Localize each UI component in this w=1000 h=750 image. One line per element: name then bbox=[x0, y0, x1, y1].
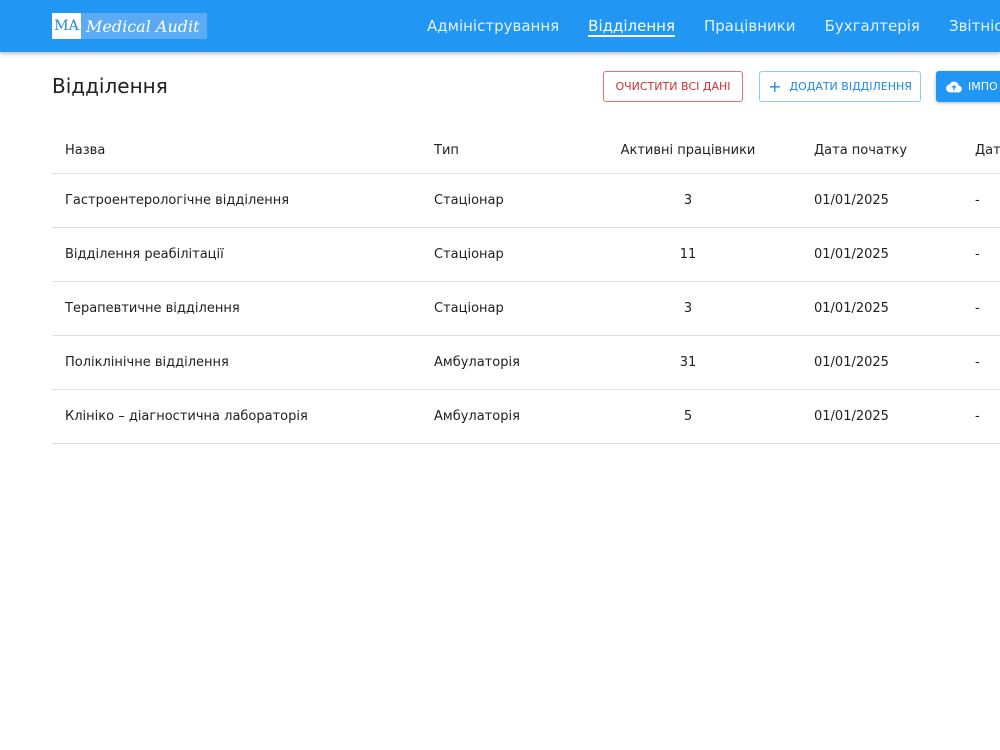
cell-name: Відділення реабілітації bbox=[65, 247, 224, 262]
cell-active-employees: 31 bbox=[679, 355, 697, 370]
column-header-active-employees[interactable]: Активні працівники bbox=[612, 128, 764, 173]
nav-item-employees[interactable]: Працівники bbox=[704, 0, 796, 52]
clear-all-data-label: ОЧИСТИТИ ВСІ ДАНІ bbox=[615, 80, 731, 93]
cell-type: Стаціонар bbox=[434, 193, 504, 208]
nav-item-departments[interactable]: Відділення bbox=[588, 0, 675, 52]
cell-name: Поліклінічне відділення bbox=[65, 355, 229, 370]
table-row[interactable]: Гастроентерологічне відділення Стаціонар… bbox=[52, 174, 1000, 228]
table-row[interactable]: Поліклінічне відділення Амбулаторія 31 0… bbox=[52, 336, 1000, 390]
cell-name: Гастроентерологічне відділення bbox=[65, 193, 290, 208]
table-row[interactable]: Клініко – діагностична лабораторія Амбул… bbox=[52, 390, 1000, 444]
app-logo[interactable]: MA Medical Audit bbox=[52, 13, 207, 39]
clear-all-data-button[interactable]: ОЧИСТИТИ ВСІ ДАНІ bbox=[603, 71, 743, 102]
cell-start-date: 01/01/2025 bbox=[814, 409, 889, 424]
add-department-button[interactable]: + ДОДАТИ ВІДДІЛЕННЯ bbox=[759, 71, 921, 102]
cloud-upload-icon bbox=[946, 81, 962, 92]
main-nav: Адміністрування Відділення Працівники Бу… bbox=[427, 0, 1000, 52]
cell-type: Стаціонар bbox=[434, 301, 504, 316]
cell-type: Стаціонар bbox=[434, 247, 504, 262]
page-title: Відділення bbox=[52, 74, 168, 98]
column-header-type[interactable]: Тип bbox=[434, 128, 459, 173]
import-button[interactable]: ІМПО bbox=[936, 71, 1000, 102]
cell-end-date: - bbox=[975, 409, 980, 424]
cell-name: Терапевтичне відділення bbox=[65, 301, 240, 316]
cell-end-date: - bbox=[975, 247, 980, 262]
table-row[interactable]: Відділення реабілітації Стаціонар 11 01/… bbox=[52, 228, 1000, 282]
column-header-start-date[interactable]: Дата початку bbox=[814, 128, 907, 173]
cell-start-date: 01/01/2025 bbox=[814, 355, 889, 370]
plus-icon: + bbox=[768, 76, 782, 96]
cell-type: Амбулаторія bbox=[434, 355, 520, 370]
nav-item-accounting[interactable]: Бухгалтерія bbox=[825, 0, 920, 52]
cell-active-employees: 3 bbox=[683, 193, 693, 208]
column-header-end-date[interactable]: Дата bbox=[975, 128, 1000, 173]
cell-end-date: - bbox=[975, 301, 980, 316]
cell-active-employees: 5 bbox=[683, 409, 693, 424]
cell-end-date: - bbox=[975, 355, 980, 370]
cell-start-date: 01/01/2025 bbox=[814, 301, 889, 316]
table-header-row: Назва Тип Активні працівники Дата початк… bbox=[52, 128, 1000, 174]
cell-active-employees: 11 bbox=[679, 247, 697, 262]
table-row[interactable]: Терапевтичне відділення Стаціонар 3 01/0… bbox=[52, 282, 1000, 336]
cell-name: Клініко – діагностична лабораторія bbox=[65, 409, 308, 424]
cell-start-date: 01/01/2025 bbox=[814, 193, 889, 208]
column-header-name[interactable]: Назва bbox=[65, 128, 105, 173]
nav-item-administration[interactable]: Адміністрування bbox=[427, 0, 559, 52]
top-app-bar: MA Medical Audit Адміністрування Відділе… bbox=[0, 0, 1000, 52]
cell-active-employees: 3 bbox=[683, 301, 693, 316]
departments-table: Назва Тип Активні працівники Дата початк… bbox=[52, 128, 1000, 444]
cell-start-date: 01/01/2025 bbox=[814, 247, 889, 262]
import-label: ІМПО bbox=[968, 80, 998, 93]
cell-type: Амбулаторія bbox=[434, 409, 520, 424]
logo-badge: MA bbox=[52, 13, 81, 39]
logo-text: Medical Audit bbox=[81, 13, 207, 39]
nav-item-reports[interactable]: Звітність bbox=[949, 0, 1000, 52]
cell-end-date: - bbox=[975, 193, 980, 208]
add-department-label: ДОДАТИ ВІДДІЛЕННЯ bbox=[789, 80, 912, 93]
